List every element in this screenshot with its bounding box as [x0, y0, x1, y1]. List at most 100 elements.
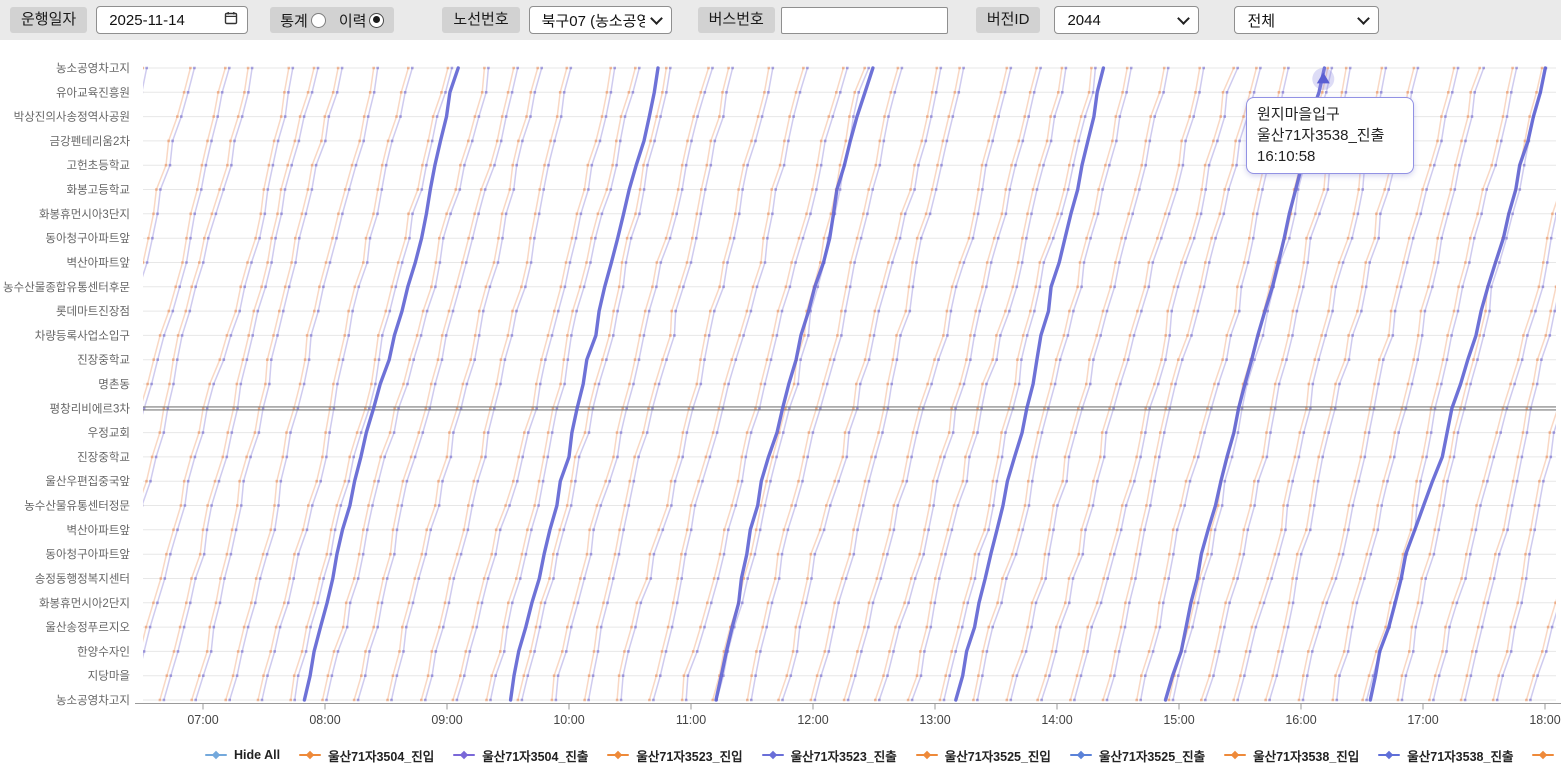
legend-marker-icon	[299, 754, 321, 757]
legend-marker-icon	[1378, 754, 1400, 757]
legend-item[interactable]: 울산71자3565_진입	[1532, 746, 1561, 765]
emphasized-station-line	[143, 407, 1556, 410]
legend-item[interactable]: 울산71자3523_진입	[607, 746, 742, 765]
svg-text:송정동행정복지센터: 송정동행정복지센터	[35, 573, 130, 586]
svg-text:한양수자인: 한양수자인	[77, 645, 130, 658]
stat-radio[interactable]	[311, 13, 326, 28]
history-radio-option[interactable]: 이력	[339, 10, 385, 31]
svg-text:농소공영차고지: 농소공영차고지	[56, 62, 130, 75]
svg-text:09:00: 09:00	[431, 713, 462, 727]
legend-marker-icon	[453, 754, 475, 757]
legend-label: 울산71자3504_진출	[482, 746, 588, 765]
svg-text:동아청구아파트앞: 동아청구아파트앞	[45, 232, 130, 245]
svg-text:10:00: 10:00	[553, 713, 584, 727]
svg-text:농수산물종합유통센터후문: 농수산물종합유통센터후문	[3, 281, 130, 294]
legend-item[interactable]: 울산71자3525_진입	[916, 746, 1051, 765]
date-label: 운행일자	[10, 7, 87, 33]
svg-text:12:00: 12:00	[797, 713, 828, 727]
svg-text:평창리비에르3차: 평창리비에르3차	[50, 402, 131, 415]
chart-tooltip: 원지마을입구 울산71자3538_진출 16:10:58	[1246, 97, 1414, 174]
version-label: 버전ID	[976, 7, 1041, 33]
chevron-down-icon	[1178, 12, 1191, 25]
legend-item[interactable]: 울산71자3538_진출	[1378, 746, 1513, 765]
history-radio[interactable]	[369, 13, 384, 28]
tooltip-station: 원지마을입구	[1257, 104, 1403, 125]
scope-select-value: 전체	[1247, 10, 1275, 31]
svg-text:13:00: 13:00	[919, 713, 950, 727]
legend-marker-icon	[1532, 754, 1554, 757]
legend-marker-icon	[762, 754, 784, 757]
scope-select[interactable]: 전체	[1234, 6, 1379, 34]
svg-text:벽산아파트앞: 벽산아파트앞	[67, 524, 131, 537]
svg-text:우정교회: 우정교회	[88, 427, 130, 440]
svg-text:18:00: 18:00	[1529, 713, 1560, 727]
legend-marker-icon	[1070, 754, 1092, 757]
version-select-value: 2044	[1067, 12, 1100, 29]
legend-label: 울산71자3538_진출	[1407, 746, 1513, 765]
svg-text:15:00: 15:00	[1163, 713, 1194, 727]
x-axis: 07:00 08:00 09:00 10:00 11:00 12:00 13:00 14:00…	[135, 704, 1561, 728]
legend-marker-icon	[205, 754, 227, 757]
legend-item[interactable]: 울산71자3504_진입	[299, 746, 434, 765]
svg-text:진장중학교: 진장중학교	[77, 354, 130, 367]
stat-radio-label: 통계	[280, 10, 308, 31]
legend-item[interactable]: 울산71자3525_진출	[1070, 746, 1205, 765]
tooltip-time: 16:10:58	[1257, 146, 1403, 167]
legend-label: 울산71자3525_진입	[945, 746, 1051, 765]
stat-radio-option[interactable]: 통계	[280, 10, 326, 31]
svg-text:롯데마트진장점: 롯데마트진장점	[56, 305, 130, 318]
toolbar: 운행일자 2025-11-14 통계 이력 노선번호 북구07 (농소공영차 버…	[0, 0, 1561, 40]
legend-marker-icon	[916, 754, 938, 757]
svg-text:지당마을: 지당마을	[88, 670, 130, 683]
svg-text:07:00: 07:00	[187, 713, 218, 727]
legend-label: 울산71자3523_진출	[791, 746, 897, 765]
chevron-down-icon	[1358, 12, 1371, 25]
legend-item[interactable]: 울산71자3523_진출	[762, 746, 897, 765]
legend-label: Hide All	[234, 748, 280, 762]
version-select[interactable]: 2044	[1054, 6, 1199, 34]
history-radio-label: 이력	[339, 10, 367, 31]
bus-number-input[interactable]	[781, 7, 948, 34]
svg-text:11:00: 11:00	[676, 713, 706, 727]
svg-text:고헌초등학교: 고헌초등학교	[67, 159, 130, 172]
stat-history-radiogroup: 통계 이력	[270, 7, 394, 33]
svg-text:08:00: 08:00	[309, 713, 340, 727]
svg-text:유아교육진흥원: 유아교육진흥원	[56, 85, 130, 99]
svg-text:농소공영차고지: 농소공영차고지	[56, 694, 130, 707]
legend-marker-icon	[1224, 754, 1246, 757]
svg-text:농수산물유통센터정문: 농수산물유통센터정문	[24, 500, 130, 513]
legend-label: 울산71자3504_진입	[328, 746, 434, 765]
svg-text:화봉고등학교: 화봉고등학교	[67, 184, 130, 197]
legend-item[interactable]: 울산71자3504_진출	[453, 746, 588, 765]
tooltip-series: 울산71자3538_진출	[1257, 125, 1403, 146]
chart-legend: Hide All 울산71자3504_진입 울산71자3504_진출 울산71자352…	[0, 742, 1561, 768]
svg-text:16:00: 16:00	[1285, 713, 1316, 727]
bus-number-label: 버스번호	[698, 7, 775, 33]
legend-item[interactable]: 울산71자3538_진입	[1224, 746, 1359, 765]
calendar-icon[interactable]	[224, 11, 238, 29]
route-select[interactable]: 북구07 (농소공영차	[529, 6, 672, 34]
svg-text:화봉휴먼시아2단지: 화봉휴먼시아2단지	[39, 597, 130, 610]
legend-label: 울산71자3525_진출	[1099, 746, 1205, 765]
bus-history-page: 07:00 08:00 09:00 10:00 11:00 12:00 13:00 14:00…	[0, 0, 1561, 769]
svg-text:17:00: 17:00	[1407, 713, 1438, 727]
svg-text:명촌동: 명촌동	[98, 378, 130, 391]
svg-text:동아청구아파트앞: 동아청구아파트앞	[45, 548, 130, 561]
svg-text:벽산아파트앞: 벽산아파트앞	[67, 257, 131, 270]
svg-text:울산송정푸르지오: 울산송정푸르지오	[45, 621, 130, 634]
svg-text:울산우편집중국앞: 울산우편집중국앞	[45, 475, 130, 488]
date-value: 2025-11-14	[109, 12, 185, 29]
chevron-down-icon	[650, 12, 663, 25]
legend-label: 울산71자3538_진입	[1253, 746, 1359, 765]
svg-text:화봉휴먼시아3단지: 화봉휴먼시아3단지	[39, 208, 130, 221]
svg-text:금강펜테리움2차: 금강펜테리움2차	[50, 135, 131, 148]
svg-text:차량등록사업소입구: 차량등록사업소입구	[35, 329, 130, 342]
hovered-point-marker[interactable]	[1312, 68, 1334, 90]
svg-text:박상진의사송정역사공원: 박상진의사송정역사공원	[14, 110, 130, 124]
date-input[interactable]: 2025-11-14	[96, 6, 248, 34]
route-select-value: 북구07 (농소공영차	[542, 10, 645, 31]
svg-text:14:00: 14:00	[1041, 713, 1072, 727]
legend-item-hide-all[interactable]: Hide All	[205, 748, 280, 762]
legend-label: 울산71자3523_진입	[636, 746, 742, 765]
legend-marker-icon	[607, 754, 629, 757]
